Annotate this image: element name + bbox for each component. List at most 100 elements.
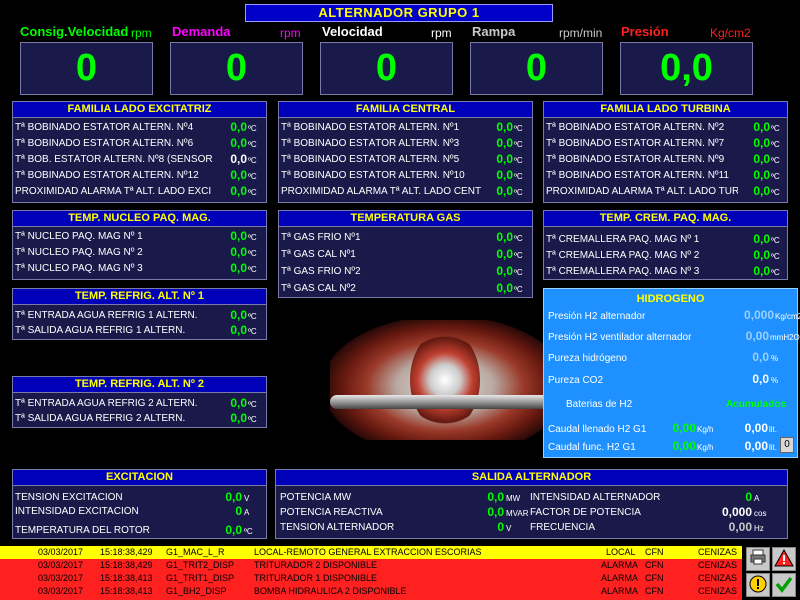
pureza-hidrogeno-value: 0,0 xyxy=(752,350,769,364)
row-label: FACTOR DE POTENCIA xyxy=(530,507,641,518)
row-label: INTENSIDAD ALTERNADOR xyxy=(530,492,661,503)
alarm-date: 03/03/2017 xyxy=(38,573,84,583)
row-unit: ºC xyxy=(248,140,257,149)
panel-temp-refrig-1: TEMP. REFRIG. ALT. Nº 1 Tª ENTRADA AGUA … xyxy=(12,288,267,340)
row-unit: ºC xyxy=(771,236,780,245)
alarm-info-icon[interactable] xyxy=(746,573,770,597)
panel-title: FAMILIA CENTRAL xyxy=(279,102,532,118)
row-value: 0,0 xyxy=(496,230,513,244)
reset-acumulados-button[interactable]: 0 xyxy=(780,437,794,453)
row-value: 0,000 xyxy=(721,505,752,519)
presion-h2-label: Presión H2 alternador xyxy=(548,311,646,322)
velocidad-label: Velocidad xyxy=(322,24,383,39)
row-label: PROXIMIDAD ALARMA Tª ALT. LADO TURB xyxy=(546,186,738,197)
presion-h2-ventilador-unit: mmH2O xyxy=(770,333,800,342)
pureza-co2-unit: % xyxy=(771,376,779,385)
row-value: 0,0 xyxy=(753,184,770,198)
panel-title: TEMPERATURA GAS xyxy=(279,211,532,227)
page-title: ALTERNADOR GRUPO 1 xyxy=(245,4,553,22)
row-unit: ºC xyxy=(248,265,257,274)
row-value: 0,0 xyxy=(496,247,513,261)
row-value: 0,0 xyxy=(496,120,513,134)
alarm-row[interactable]: 03/03/2017 15:18:38,429 G1_TRIT2_DISP TR… xyxy=(0,559,742,572)
table-row: POTENCIA REACTIVA 0,0 MVAR xyxy=(280,505,529,521)
presion-h2-ventilador-label: Presión H2 ventilador alternador xyxy=(548,332,692,343)
row-value: 0 xyxy=(235,504,242,518)
row-unit: cos xyxy=(754,509,767,518)
print-icon[interactable] xyxy=(746,547,770,571)
table-row: TENSIÓN ALTERNADOR 0 V xyxy=(280,520,525,536)
row-label: Tª CREMALLERA PAQ. MAG Nº 1 xyxy=(546,234,700,245)
alarm-list[interactable]: 03/03/2017 15:18:38,429 G1_MAC_L_R LOCAL… xyxy=(0,546,742,600)
alarm-state: ALARMA xyxy=(601,586,639,596)
table-row: Tª NUCLEO PAQ. MAG Nº 3 0,0 ºC xyxy=(15,261,264,277)
table-row: FRECUENCIA 0,00 Hz xyxy=(530,520,780,536)
table-row: Tª CREMALLERA PAQ. MAG Nº 1 0,0 ºC xyxy=(546,232,785,248)
row-unit: V xyxy=(506,524,512,533)
panel-temp-refrig-2: TEMP. REFRIG. ALT. Nº 2 Tª ENTRADA AGUA … xyxy=(12,376,267,428)
alarm-row[interactable]: 03/03/2017 15:18:38,429 G1_MAC_L_R LOCAL… xyxy=(0,546,742,559)
alarm-row[interactable]: 03/03/2017 15:18:38,413 G1_BH2_DISP BOMB… xyxy=(0,585,742,598)
row-value: 0,0 xyxy=(753,264,770,278)
caudal-func-acumulado-unit: lit. xyxy=(769,443,777,452)
panel-hidrogeno: HIDROGENO Presión H2 alternador 0,00 0 Kg… xyxy=(543,288,800,458)
alarm-warning-icon[interactable] xyxy=(772,547,796,571)
caudal-llenado-acumulado-value: 0,00 xyxy=(744,421,768,435)
alarm-description: TRITURADOR 1 DISPONIBLE xyxy=(254,573,378,583)
table-row: Tª BOBINADO ESTÁTOR ALTERN. Nº9 0,0 ºC xyxy=(546,152,785,168)
row-label: POTENCIA REACTIVA xyxy=(280,507,383,518)
table-row: Tª GAS CAL Nº1 0,0 ºC xyxy=(281,247,530,263)
panel-title: HIDROGENO xyxy=(636,293,705,305)
row-label: Tª SALIDA AGUA REFRIG 2 ALTERN. xyxy=(15,413,186,424)
alarm-area: CENIZAS xyxy=(698,573,738,583)
row-unit: ºC xyxy=(514,234,523,243)
panel-title: TEMP. NUCLEO PAQ. MAG. xyxy=(13,211,266,227)
row-label: FRECUENCIA xyxy=(530,522,596,533)
demanda-display: 0 xyxy=(170,42,303,95)
alarm-plant: CFN xyxy=(645,586,664,596)
row-label: PROXIMIDAD ALARMA Tª ALT. LADO CENT xyxy=(281,186,481,197)
presion-h2-ventilador-value: 0,00 xyxy=(745,329,769,343)
acknowledge-check-icon[interactable] xyxy=(772,573,796,597)
alarm-tag: G1_TRIT1_DISP xyxy=(166,573,235,583)
panel-title: TEMP. CREM. PAQ. MAG. xyxy=(544,211,787,227)
row-value: 0,0 xyxy=(230,152,247,166)
caudal-llenado-unit: Kg/h xyxy=(697,425,714,434)
baterias-h2-label: Baterias de H2 xyxy=(566,399,633,410)
row-value: 0,0 xyxy=(230,229,247,243)
generator-rotor-image xyxy=(410,330,480,430)
panel-title: TEMP. REFRIG. ALT. Nº 2 xyxy=(13,377,266,393)
row-unit: ºC xyxy=(771,188,780,197)
generator-shaft-image xyxy=(330,395,560,409)
velocidad-unit: rpm xyxy=(431,26,452,40)
alarm-date: 03/03/2017 xyxy=(38,547,84,557)
row-label: Tª ENTRADA AGUA REFRIG 1 ALTERN. xyxy=(15,310,198,321)
alarm-tag: G1_MAC_L_R xyxy=(166,547,225,557)
alarm-state: ALARMA xyxy=(601,573,639,583)
row-label: Tª CREMALLERA PAQ. MAG Nº 2 xyxy=(546,250,700,261)
table-row: PROXIMIDAD ALARMA Tª ALT. LADO CENT 0,0 ºC xyxy=(281,184,530,200)
row-value: 0,0 xyxy=(753,152,770,166)
demanda-label: Demanda xyxy=(172,24,231,39)
alarm-plant: CFN xyxy=(645,547,664,557)
row-label: Tª BOBINADO ESTÁTOR ALTERN. Nº11 xyxy=(546,170,729,181)
caudal-func-acumulado-value: 0,00 xyxy=(744,439,768,453)
alarm-time: 15:18:38,413 xyxy=(100,586,153,596)
row-label: Tª GAS CAL Nº1 xyxy=(281,249,356,260)
row-label: Tª BOBINADO ESTÁTOR ALTERN. Nº7 xyxy=(546,138,725,149)
caudal-func-label: Caudal func. H2 G1 xyxy=(548,442,636,453)
alarm-time: 15:18:38,429 xyxy=(100,547,153,557)
row-unit: ºC xyxy=(514,172,523,181)
alarm-row[interactable]: 03/03/2017 15:18:38,413 G1_TRIT1_DISP TR… xyxy=(0,572,742,585)
row-label: Tª SALIDA AGUA REFRIG 1 ALTERN. xyxy=(15,325,186,336)
pureza-hidrogeno-label: Pureza hidrógeno xyxy=(548,353,627,364)
alarm-state: ALARMA xyxy=(601,560,639,570)
table-row: Tª BOBINADO ESTÁTOR ALTERN. Nº4 0,0 ºC xyxy=(15,120,264,136)
row-unit: ºC xyxy=(514,188,523,197)
row-unit: ºC xyxy=(244,527,253,536)
row-unit: ºC xyxy=(248,249,257,258)
row-unit: ºC xyxy=(771,140,780,149)
table-row: TEMPERATURA DEL ROTOR 0,0 ºC xyxy=(15,523,264,539)
alarm-tag: G1_TRIT2_DISP xyxy=(166,560,235,570)
row-value: 0,0 xyxy=(225,523,242,537)
